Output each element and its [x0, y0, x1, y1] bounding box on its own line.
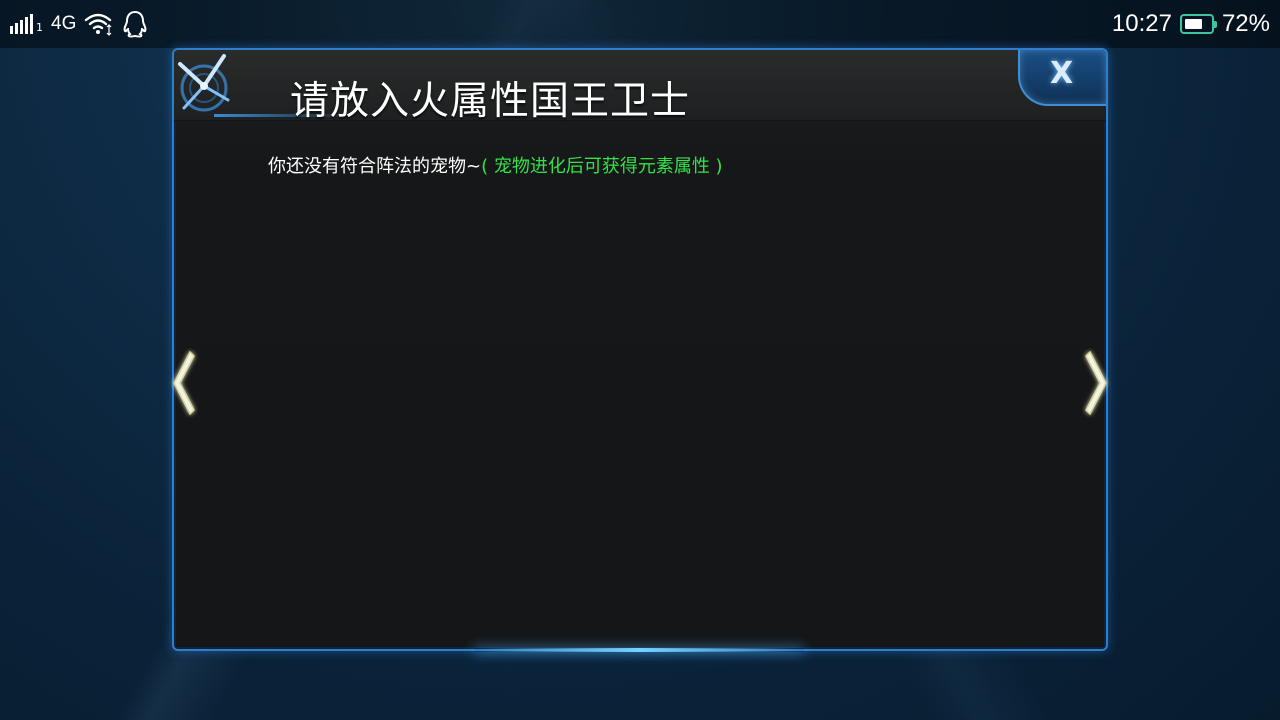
bottom-glow: [474, 648, 804, 652]
close-button[interactable]: X: [1018, 50, 1106, 106]
status-bar: 1 4G 10:27 72%: [0, 0, 1280, 48]
battery-icon: [1179, 14, 1217, 34]
qq-icon: [123, 10, 147, 38]
message-hint: ( 宠物进化后可获得元素属性 ): [481, 156, 723, 177]
status-left: 1 4G: [10, 10, 148, 38]
emblem-icon: [178, 54, 230, 112]
battery-percent: 72%: [1221, 10, 1270, 37]
close-icon: X: [1050, 56, 1074, 91]
signal-sub-label: 1: [36, 21, 43, 34]
empty-pets-message: 你还没有符合阵法的宠物~( 宠物进化后可获得元素属性 ): [268, 152, 723, 178]
wifi-icon: [85, 13, 112, 36]
message-main: 你还没有符合阵法的宠物~: [268, 156, 482, 177]
battery-fill: [1184, 19, 1202, 29]
clock: 10:27: [1111, 10, 1172, 37]
dialog-title: 请放入火属性国王卫士: [290, 79, 691, 124]
network-type: 4G: [51, 13, 77, 34]
dialog-header: 请放入火属性国王卫士 X: [174, 50, 1106, 124]
status-right: 10:27 72%: [1112, 8, 1270, 40]
chevron-right-icon[interactable]: [1082, 348, 1114, 418]
signal-icon: 1: [10, 14, 43, 34]
chevron-left-icon[interactable]: [166, 348, 198, 418]
formation-dialog: 请放入火属性国王卫士 X 你还没有符合阵法的宠物~( 宠物进化后可获得元素属性 …: [172, 48, 1108, 652]
